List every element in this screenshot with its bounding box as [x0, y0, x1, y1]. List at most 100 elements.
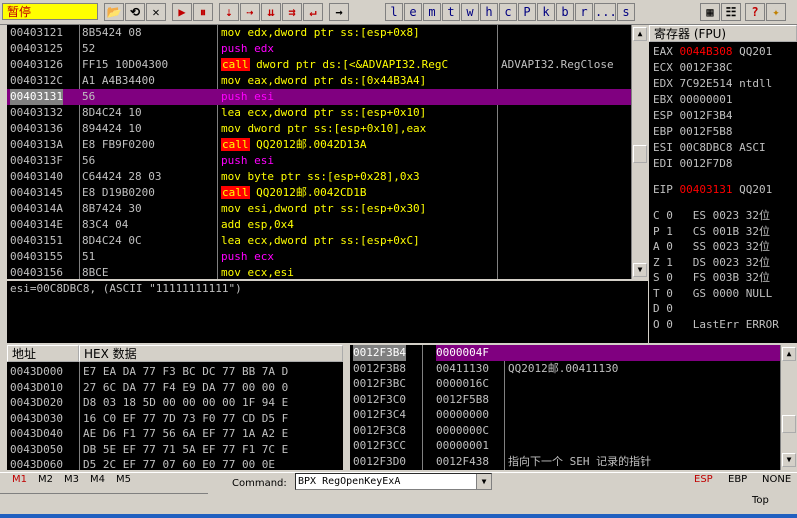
dump-row[interactable]: 0043D030 16 C0 EF 77 7D 73 F0 77 CD D5 F: [7, 411, 343, 427]
toolbar-btn-e[interactable]: e: [404, 3, 422, 21]
disasm-row[interactable]: 00403151 8D4C24 0C lea ecx,dword ptr ss:[e…: [7, 233, 648, 249]
trace-into-icon[interactable]: ⇊: [261, 3, 281, 21]
flag-row[interactable]: P 1 CS 001B 32位: [653, 224, 770, 239]
flag-row[interactable]: S 0 FS 003B 32位: [653, 270, 770, 285]
memory-tab-m3[interactable]: M3: [64, 474, 79, 485]
stack-row[interactable]: 0012F3B8 00411130 QQ2012邮.00411130: [350, 361, 797, 377]
dump-row[interactable]: 0043D000 E7 EA DA 77 F3 BC DC 77 BB 7A D: [7, 364, 343, 380]
dump-pane[interactable]: 0043D000 E7 EA DA 77 F3 BC DC 77 BB 7A D0…: [7, 362, 343, 470]
flag-row[interactable]: Z 1 DS 0023 32位: [653, 255, 770, 270]
memory-tab-m2[interactable]: M2: [38, 474, 53, 485]
dump-addr-header[interactable]: 地址: [7, 345, 79, 362]
register-esp[interactable]: ESP 0012F3B4: [653, 108, 732, 123]
toolbar-btn-l[interactable]: l: [385, 3, 403, 21]
toolbar-btn-b[interactable]: b: [556, 3, 574, 21]
register-ebx[interactable]: EBX 00000001: [653, 92, 732, 107]
disasm-row[interactable]: 0040313F 56 push esi: [7, 153, 648, 169]
toolbar-btn-t[interactable]: t: [442, 3, 460, 21]
scroll-up-icon[interactable]: ▲: [633, 27, 647, 41]
stack-row[interactable]: 0012F3BC 0000016C: [350, 376, 797, 392]
toolbar-btn-m[interactable]: m: [423, 3, 441, 21]
toolbar-btn-c[interactable]: c: [499, 3, 517, 21]
toolbar-btn-h[interactable]: h: [480, 3, 498, 21]
dump-hex-header[interactable]: HEX 数据: [79, 345, 343, 362]
flag-row[interactable]: D 0: [653, 301, 693, 316]
flag-row[interactable]: O 0 LastErr ERROR: [653, 317, 779, 332]
stack-mode-none[interactable]: NONE: [762, 474, 791, 485]
command-input[interactable]: BPX RegOpenKeyExA ▼: [295, 473, 492, 490]
register-eip[interactable]: EIP 00403131 QQ201: [653, 182, 772, 197]
register-ecx[interactable]: ECX 0012F38C: [653, 60, 732, 75]
dump-row[interactable]: 0043D050 DB 5E EF 77 71 5A EF 77 F1 7C E: [7, 442, 343, 458]
disasm-row[interactable]: 0040313A E8 FB9F0200 call QQ2012邮.0042D13A: [7, 137, 648, 153]
disasm-row[interactable]: 00403140 C64424 28 03 mov byte ptr ss:[esp…: [7, 169, 648, 185]
toolbar-btn-more[interactable]: ...: [594, 3, 617, 21]
disasm-row[interactable]: 00403126 FF15 10D04300 call dword ptr ds:[…: [7, 57, 648, 73]
stack-scroll-thumb[interactable]: [782, 415, 796, 433]
disasm-row[interactable]: 00403145 E8 D19B0200 call QQ2012邮.0042CD1B: [7, 185, 648, 201]
step-into-icon[interactable]: ⇣: [219, 3, 239, 21]
flag-row[interactable]: T 0 GS 0000 NULL: [653, 286, 772, 301]
run-icon[interactable]: ▶: [172, 3, 192, 21]
register-eax[interactable]: EAX 0044B308 QQ201: [653, 44, 772, 59]
dump-row[interactable]: 0043D040 AE D6 F1 77 56 6A EF 77 1A A2 E: [7, 426, 343, 442]
scroll-down-icon[interactable]: ▼: [633, 263, 647, 277]
stack-scrollbar[interactable]: ▲ ▼: [780, 345, 797, 470]
register-ebp[interactable]: EBP 0012F5B8: [653, 124, 732, 139]
plugin-icon[interactable]: ✦: [766, 3, 786, 21]
registers-pane[interactable]: EAX 0044B308 QQ201 ECX 0012F38C EDX 7C92E5…: [649, 42, 797, 343]
disassembly-pane[interactable]: 00403121 8B5424 08 mov edx,dword ptr ss:[e…: [7, 25, 648, 279]
memory-tab-m4[interactable]: M4: [90, 474, 105, 485]
dump-row[interactable]: 0043D060 D5 2C EF 77 07 60 E0 77 00 0E: [7, 457, 343, 470]
disasm-row[interactable]: 00403155 51 push ecx: [7, 249, 648, 265]
disasm-row[interactable]: 00403136 894424 10 mov dword ptr ss:[esp+0…: [7, 121, 648, 137]
memory-tab-m1[interactable]: M1: [12, 474, 27, 485]
disasm-row[interactable]: 0040312C A1 A4B34400 mov eax,dword ptr ds:…: [7, 73, 648, 89]
register-edi[interactable]: EDI 0012F7D8: [653, 156, 732, 171]
toolbar-btn-w[interactable]: w: [461, 3, 479, 21]
grid-icon[interactable]: ▦: [700, 3, 720, 21]
list-icon[interactable]: ☷: [721, 3, 741, 21]
help-icon[interactable]: ?: [745, 3, 765, 21]
stack-row[interactable]: 0012F3C4 00000000: [350, 407, 797, 423]
command-dropdown-icon[interactable]: ▼: [476, 474, 491, 489]
stack-pane[interactable]: 0012F3B4 0000004F 0012F3B8 00411130 QQ2012邮.…: [350, 345, 797, 470]
stack-scroll-up-icon[interactable]: ▲: [782, 347, 796, 361]
disasm-row[interactable]: 00403125 52 push edx: [7, 41, 648, 57]
register-edx[interactable]: EDX 7C92E514 ntdll: [653, 76, 772, 91]
register-esi[interactable]: ESI 00C8DBC8 ASCI: [653, 140, 766, 155]
stack-row[interactable]: 0012F3D0 0012F438 指向下一个 SEH 记录的指针: [350, 454, 797, 470]
step-over-icon[interactable]: ⇢: [240, 3, 260, 21]
stack-row[interactable]: 0012F3C8 0000000C: [350, 423, 797, 439]
disasm-row[interactable]: 00403131 56 push esi: [7, 89, 648, 105]
flag-row[interactable]: C 0 ES 0023 32位: [653, 208, 770, 223]
disasm-row[interactable]: 00403132 8D4C24 10 lea ecx,dword ptr ss:[e…: [7, 105, 648, 121]
toolbar-btn-r[interactable]: r: [575, 3, 593, 21]
stack-row[interactable]: 0012F3B4 0000004F: [350, 345, 797, 361]
toolbar-btn-s[interactable]: s: [617, 3, 635, 21]
disasm-row[interactable]: 0040314A 8B7424 30 mov esi,dword ptr ss:[e…: [7, 201, 648, 217]
memory-tab-m5[interactable]: M5: [116, 474, 131, 485]
disasm-row[interactable]: 0040314E 83C4 04 add esp,0x4: [7, 217, 648, 233]
disasm-row[interactable]: 00403121 8B5424 08 mov edx,dword ptr ss:[e…: [7, 25, 648, 41]
flag-row[interactable]: A 0 SS 0023 32位: [653, 239, 770, 254]
toolbar-btn-k[interactable]: k: [537, 3, 555, 21]
pause-icon[interactable]: ⏸: [193, 3, 213, 21]
open-icon[interactable]: 📂: [104, 3, 124, 21]
restart-icon[interactable]: ⟲: [125, 3, 145, 21]
stack-row[interactable]: 0012F3CC 00000001: [350, 438, 797, 454]
execute-till-return-icon[interactable]: ↵: [303, 3, 323, 21]
scroll-thumb[interactable]: [633, 145, 647, 163]
dump-row[interactable]: 0043D010 27 6C DA 77 F4 E9 DA 77 00 00 0: [7, 380, 343, 396]
disasm-row[interactable]: 00403156 8BCE mov ecx,esi: [7, 265, 648, 279]
close-icon[interactable]: ✕: [146, 3, 166, 21]
stack-scroll-down-icon[interactable]: ▼: [782, 453, 796, 467]
go-to-icon[interactable]: →: [329, 3, 349, 21]
trace-over-icon[interactable]: ⇉: [282, 3, 302, 21]
stack-row[interactable]: 0012F3C0 0012F5B8: [350, 392, 797, 408]
toolbar-btn-P[interactable]: P: [518, 3, 536, 21]
dump-row[interactable]: 0043D020 D8 03 18 5D 00 00 00 00 1F 94 E: [7, 395, 343, 411]
stack-mode-ebp[interactable]: EBP: [728, 474, 747, 485]
stack-mode-esp[interactable]: ESP: [694, 474, 713, 485]
disassembly-scrollbar[interactable]: ▲ ▼: [631, 25, 648, 279]
